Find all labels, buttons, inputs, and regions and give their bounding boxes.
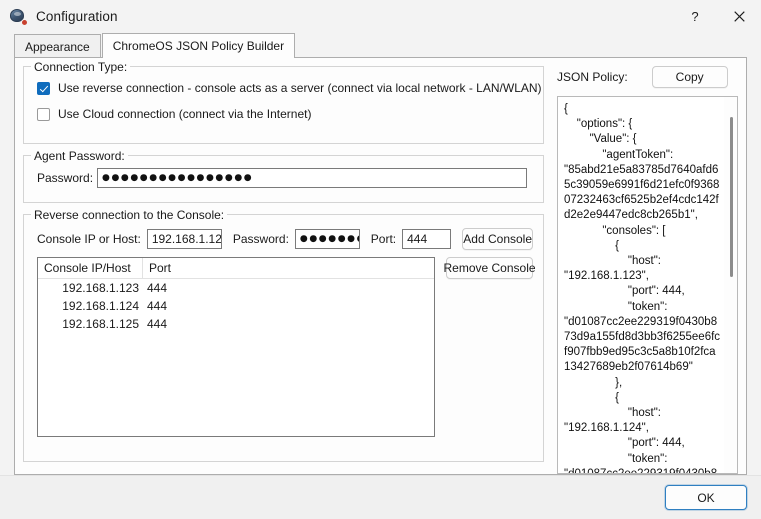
tab-appearance-label: Appearance: [25, 40, 90, 54]
table-row[interactable]: 192.168.1.123 444: [38, 279, 434, 297]
agent-password-value: ●●●●●●●●●●●●●●●●: [102, 174, 253, 183]
cell-host: 192.168.1.123: [38, 279, 143, 297]
tab-chromeos-json-policy-builder[interactable]: ChromeOS JSON Policy Builder: [102, 33, 295, 58]
app-globe-icon: [10, 8, 27, 25]
json-policy-header: JSON Policy: Copy: [557, 66, 738, 88]
close-icon: [734, 11, 745, 22]
json-policy-text: { "options": { "Value": { "agentToken": …: [558, 97, 724, 473]
reverse-connection-group: Reverse connection to the Console: Conso…: [23, 214, 544, 462]
window-title: Configuration: [36, 10, 118, 24]
copy-button[interactable]: Copy: [652, 66, 728, 88]
reverse-connection-label: Use reverse connection - console acts as…: [58, 81, 542, 95]
console-host-value: 192.168.1.125: [152, 230, 222, 248]
cell-host: 192.168.1.124: [38, 297, 143, 315]
settings-column: Connection Type: Use reverse connection …: [23, 66, 544, 474]
table-row[interactable]: 192.168.1.125 444: [38, 315, 434, 333]
ok-button-label: OK: [697, 491, 714, 505]
column-header-port: Port: [143, 258, 434, 278]
column-header-host: Console IP/Host: [38, 258, 143, 278]
console-list-header: Console IP/Host Port: [38, 258, 434, 279]
help-button[interactable]: ?: [673, 0, 717, 33]
add-console-label: Add Console: [463, 232, 532, 246]
tab-page: Connection Type: Use reverse connection …: [14, 58, 747, 475]
console-password-input[interactable]: ●●●●●●●●●●●●: [295, 229, 360, 249]
remove-console-label: Remove Console: [443, 261, 535, 275]
agent-password-legend: Agent Password:: [31, 149, 128, 163]
json-policy-column: JSON Policy: Copy { "options": { "Value"…: [544, 66, 738, 474]
configuration-window: Configuration ? Appearance ChromeOS JSON…: [0, 0, 761, 519]
cell-host: 192.168.1.125: [38, 315, 143, 333]
console-list[interactable]: Console IP/Host Port 192.168.1.123 444 1…: [37, 257, 435, 437]
checkbox-row-cloud-connection[interactable]: Use Cloud connection (connect via the In…: [37, 104, 533, 124]
console-port-value: 444: [407, 230, 427, 248]
reverse-connection-checkbox[interactable]: [37, 82, 50, 95]
cell-port: 444: [143, 315, 434, 333]
cell-port: 444: [143, 297, 434, 315]
console-password-label: Password:: [233, 232, 289, 246]
console-host-input[interactable]: 192.168.1.125: [147, 229, 222, 249]
tab-chromeos-json-policy-builder-label: ChromeOS JSON Policy Builder: [113, 39, 284, 53]
cloud-connection-label: Use Cloud connection (connect via the In…: [58, 107, 311, 121]
console-port-label: Port:: [371, 232, 396, 246]
agent-password-input[interactable]: ●●●●●●●●●●●●●●●●: [97, 168, 527, 188]
json-scrollbar-thumb[interactable]: [730, 117, 733, 277]
console-host-label: Console IP or Host:: [37, 232, 141, 246]
console-password-value: ●●●●●●●●●●●●: [300, 235, 360, 244]
tab-appearance[interactable]: Appearance: [14, 34, 101, 58]
ok-button[interactable]: OK: [665, 485, 747, 510]
cloud-connection-checkbox[interactable]: [37, 108, 50, 121]
table-row[interactable]: 192.168.1.124 444: [38, 297, 434, 315]
remove-console-button[interactable]: Remove Console: [446, 257, 533, 279]
dialog-footer: OK: [0, 475, 761, 519]
json-scrollbar[interactable]: [724, 97, 737, 473]
reverse-connection-legend: Reverse connection to the Console:: [31, 208, 227, 222]
cell-port: 444: [143, 279, 434, 297]
close-button[interactable]: [717, 0, 761, 33]
agent-password-label: Password:: [37, 171, 97, 185]
agent-password-row: Password: ●●●●●●●●●●●●●●●●: [37, 168, 533, 188]
agent-password-group: Agent Password: Password: ●●●●●●●●●●●●●●…: [23, 155, 544, 203]
console-port-input[interactable]: 444: [402, 229, 451, 249]
add-console-button[interactable]: Add Console: [462, 228, 533, 250]
title-bar: Configuration ?: [0, 0, 761, 33]
tab-strip: Appearance ChromeOS JSON Policy Builder: [0, 33, 761, 58]
window-controls: ?: [673, 0, 761, 33]
question-mark-icon: ?: [691, 9, 698, 24]
checkbox-row-reverse-connection[interactable]: Use reverse connection - console acts as…: [37, 78, 533, 98]
console-entry-row: Console IP or Host: 192.168.1.125 Passwo…: [37, 228, 533, 250]
copy-button-label: Copy: [676, 70, 704, 84]
json-policy-textarea[interactable]: { "options": { "Value": { "agentToken": …: [557, 96, 738, 474]
json-policy-label: JSON Policy:: [557, 70, 628, 84]
connection-type-legend: Connection Type:: [31, 60, 130, 74]
console-list-area: Console IP/Host Port 192.168.1.123 444 1…: [34, 250, 533, 437]
connection-type-group: Connection Type: Use reverse connection …: [23, 66, 544, 144]
